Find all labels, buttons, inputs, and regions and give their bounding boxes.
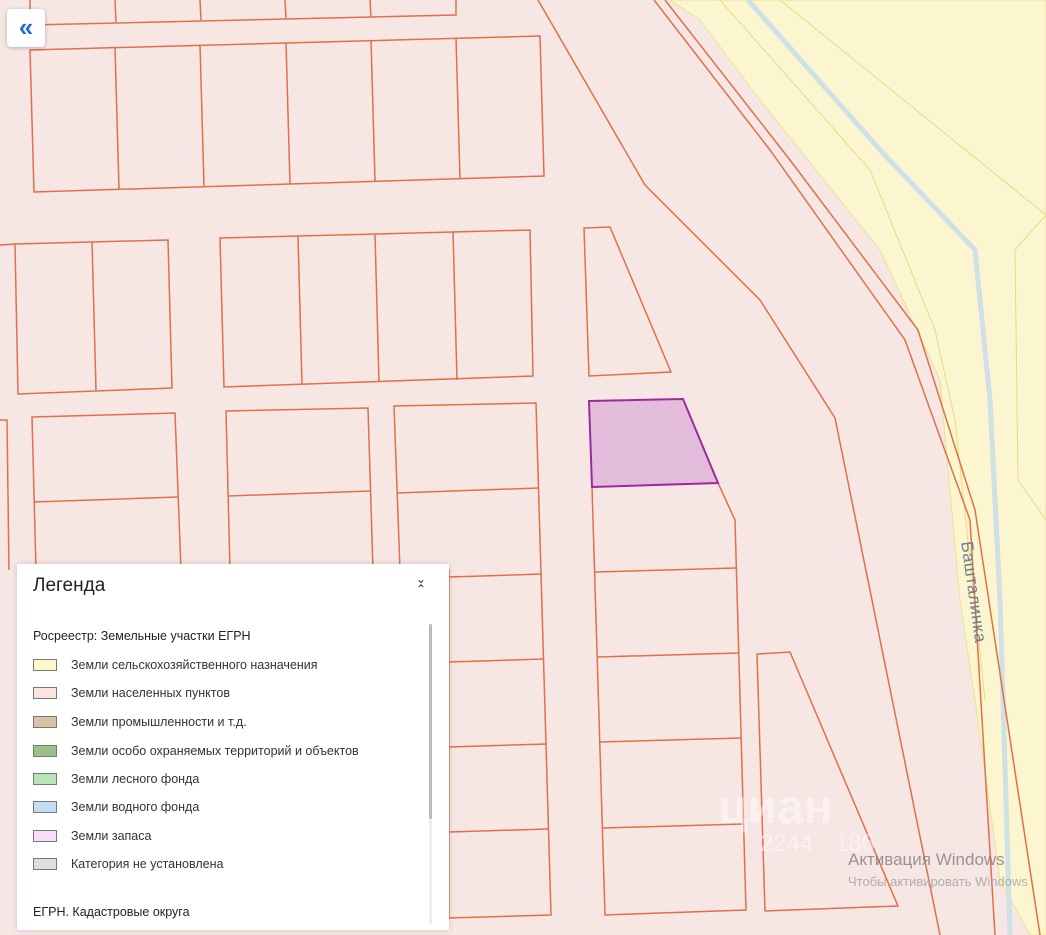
legend-item-label: Земли населенных пунктов [71,686,230,700]
parcel-boundary [199,0,202,21]
parcel-boundary [114,0,117,23]
legend-swatch [33,858,57,870]
legend-swatch [33,801,57,813]
parcel-boundary [369,0,372,18]
legend-item[interactable]: Земли населенных пунктов [33,685,230,701]
legend-swatch [33,659,57,671]
parcel-boundary [284,0,287,19]
legend-item[interactable]: Земли особо охраняемых территорий и объе… [33,743,359,759]
legend-item-label: Категория не установлена [71,857,224,871]
chevron-collapse-icon[interactable]: ⌄ ⌃ [413,573,429,598]
legend-swatch [33,716,57,728]
legend-item-label: Земли запаса [71,829,152,843]
legend-item[interactable]: Земли водного фонда [33,799,199,815]
legend-panel: Легенда ⌄ ⌃ Росреестр: Земельные участки … [17,564,449,930]
legend-item-label: Земли особо охраняемых территорий и объе… [71,744,359,758]
windows-activation-subtitle: Чтобы активировать Windows [848,874,1028,889]
collapse-panel-button[interactable]: « [7,9,45,47]
watermark-logo: циан [718,781,833,834]
legend-swatch [33,773,57,785]
legend-swatch [33,745,57,757]
legend-item-label: Земли лесного фонда [71,772,200,786]
legend-item[interactable]: Земли сельскохозяйственного назначения [33,657,318,673]
legend-swatch [33,830,57,842]
legend-section-title: Росреестр: Земельные участки ЕГРН [33,629,251,643]
legend-swatch [33,687,57,699]
legend-item[interactable]: Категория не установлена [33,856,223,872]
legend-section-title: ЕГРН. Кадастровые округа [33,905,190,919]
legend-scroll-thumb[interactable] [429,624,432,819]
windows-activation-title: Активация Windows [848,850,1005,869]
double-chevron-left-icon: « [18,11,34,42]
legend-item-label: Земли промышленности и т.д. [71,715,247,729]
parcel-boundary [0,243,16,246]
legend-item[interactable]: Земли лесного фонда [33,771,199,787]
legend-item[interactable]: Земли промышленности и т.д. [33,714,247,730]
legend-scrollbar[interactable] [429,624,432,924]
legend-item[interactable]: Земли запаса [33,828,151,844]
legend-title: Легенда [33,575,106,596]
legend-item-label: Земли водного фонда [71,800,200,814]
legend-item-label: Земли сельскохозяйственного назначения [71,658,318,672]
